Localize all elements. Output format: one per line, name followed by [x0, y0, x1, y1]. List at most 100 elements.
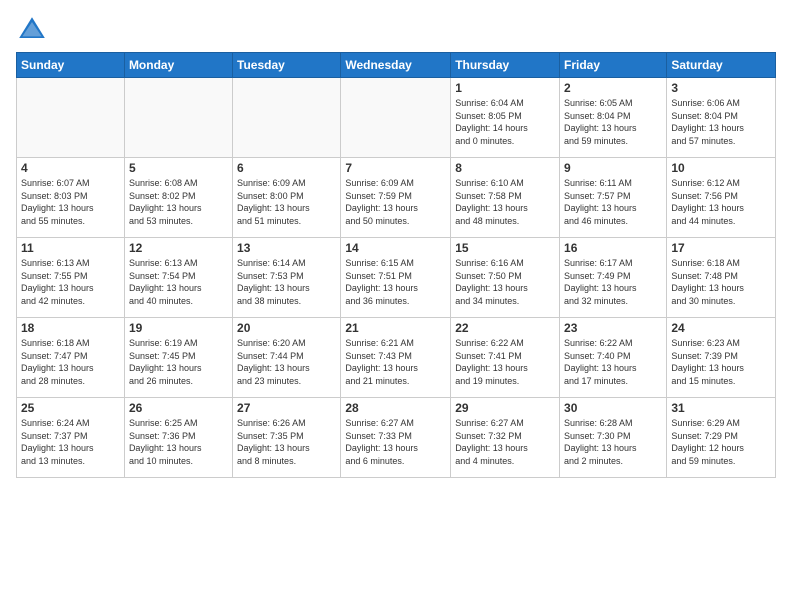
day-info: Sunrise: 6:14 AM Sunset: 7:53 PM Dayligh…	[237, 257, 336, 307]
day-number: 1	[455, 81, 555, 95]
calendar-cell: 21 Sunrise: 6:21 AM Sunset: 7:43 PM Dayli…	[341, 318, 451, 398]
calendar-header-row: SundayMondayTuesdayWednesdayThursdayFrid…	[17, 53, 776, 78]
day-info: Sunrise: 6:05 AM Sunset: 8:04 PM Dayligh…	[564, 97, 662, 147]
calendar-week-row: 25 Sunrise: 6:24 AM Sunset: 7:37 PM Dayli…	[17, 398, 776, 478]
day-number: 24	[671, 321, 771, 335]
day-number: 19	[129, 321, 228, 335]
calendar-cell: 17 Sunrise: 6:18 AM Sunset: 7:48 PM Dayli…	[667, 238, 776, 318]
day-info: Sunrise: 6:27 AM Sunset: 7:32 PM Dayligh…	[455, 417, 555, 467]
day-number: 22	[455, 321, 555, 335]
day-number: 20	[237, 321, 336, 335]
day-number: 18	[21, 321, 120, 335]
calendar-week-row: 4 Sunrise: 6:07 AM Sunset: 8:03 PM Daylig…	[17, 158, 776, 238]
calendar-cell: 10 Sunrise: 6:12 AM Sunset: 7:56 PM Dayli…	[667, 158, 776, 238]
calendar-cell: 2Sunrise: 6:05 AM Sunset: 8:04 PM Daylig…	[560, 78, 667, 158]
calendar-cell: 28 Sunrise: 6:27 AM Sunset: 7:33 PM Dayli…	[341, 398, 451, 478]
day-info: Sunrise: 6:07 AM Sunset: 8:03 PM Dayligh…	[21, 177, 120, 227]
day-info: Sunrise: 6:26 AM Sunset: 7:35 PM Dayligh…	[237, 417, 336, 467]
day-info: Sunrise: 6:15 AM Sunset: 7:51 PM Dayligh…	[345, 257, 446, 307]
day-number: 10	[671, 161, 771, 175]
calendar-cell: 19 Sunrise: 6:19 AM Sunset: 7:45 PM Dayli…	[124, 318, 232, 398]
day-info: Sunrise: 6:27 AM Sunset: 7:33 PM Dayligh…	[345, 417, 446, 467]
day-number: 8	[455, 161, 555, 175]
day-number: 30	[564, 401, 662, 415]
calendar-table: SundayMondayTuesdayWednesdayThursdayFrid…	[16, 52, 776, 478]
day-info: Sunrise: 6:21 AM Sunset: 7:43 PM Dayligh…	[345, 337, 446, 387]
calendar-cell: 3Sunrise: 6:06 AM Sunset: 8:04 PM Daylig…	[667, 78, 776, 158]
calendar-cell: 24 Sunrise: 6:23 AM Sunset: 7:39 PM Dayli…	[667, 318, 776, 398]
calendar-week-row: 18Sunrise: 6:18 AM Sunset: 7:47 PM Dayli…	[17, 318, 776, 398]
calendar-cell	[17, 78, 125, 158]
day-info: Sunrise: 6:08 AM Sunset: 8:02 PM Dayligh…	[129, 177, 228, 227]
day-number: 28	[345, 401, 446, 415]
day-info: Sunrise: 6:20 AM Sunset: 7:44 PM Dayligh…	[237, 337, 336, 387]
calendar-cell	[124, 78, 232, 158]
day-number: 3	[671, 81, 771, 95]
calendar-cell: 13Sunrise: 6:14 AM Sunset: 7:53 PM Dayli…	[233, 238, 341, 318]
day-number: 4	[21, 161, 120, 175]
day-number: 12	[129, 241, 228, 255]
day-number: 31	[671, 401, 771, 415]
column-header-saturday: Saturday	[667, 53, 776, 78]
day-info: Sunrise: 6:28 AM Sunset: 7:30 PM Dayligh…	[564, 417, 662, 467]
day-info: Sunrise: 6:17 AM Sunset: 7:49 PM Dayligh…	[564, 257, 662, 307]
calendar-cell: 20 Sunrise: 6:20 AM Sunset: 7:44 PM Dayli…	[233, 318, 341, 398]
logo-icon	[16, 14, 48, 46]
calendar-week-row: 11 Sunrise: 6:13 AM Sunset: 7:55 PM Dayli…	[17, 238, 776, 318]
day-info: Sunrise: 6:12 AM Sunset: 7:56 PM Dayligh…	[671, 177, 771, 227]
column-header-sunday: Sunday	[17, 53, 125, 78]
calendar-cell: 12 Sunrise: 6:13 AM Sunset: 7:54 PM Dayli…	[124, 238, 232, 318]
column-header-wednesday: Wednesday	[341, 53, 451, 78]
calendar-cell: 29 Sunrise: 6:27 AM Sunset: 7:32 PM Dayli…	[451, 398, 560, 478]
calendar-cell: 14 Sunrise: 6:15 AM Sunset: 7:51 PM Dayli…	[341, 238, 451, 318]
calendar-cell: 6 Sunrise: 6:09 AM Sunset: 8:00 PM Daylig…	[233, 158, 341, 238]
day-number: 26	[129, 401, 228, 415]
day-info: Sunrise: 6:13 AM Sunset: 7:55 PM Dayligh…	[21, 257, 120, 307]
day-number: 11	[21, 241, 120, 255]
day-number: 15	[455, 241, 555, 255]
day-info: Sunrise: 6:29 AM Sunset: 7:29 PM Dayligh…	[671, 417, 771, 467]
day-info: Sunrise: 6:25 AM Sunset: 7:36 PM Dayligh…	[129, 417, 228, 467]
calendar-cell: 11 Sunrise: 6:13 AM Sunset: 7:55 PM Dayli…	[17, 238, 125, 318]
calendar-cell	[233, 78, 341, 158]
calendar-cell: 18Sunrise: 6:18 AM Sunset: 7:47 PM Dayli…	[17, 318, 125, 398]
header	[16, 10, 776, 46]
calendar-cell: 25 Sunrise: 6:24 AM Sunset: 7:37 PM Dayli…	[17, 398, 125, 478]
calendar-cell: 8 Sunrise: 6:10 AM Sunset: 7:58 PM Daylig…	[451, 158, 560, 238]
day-info: Sunrise: 6:13 AM Sunset: 7:54 PM Dayligh…	[129, 257, 228, 307]
column-header-tuesday: Tuesday	[233, 53, 341, 78]
day-number: 16	[564, 241, 662, 255]
calendar-cell: 7Sunrise: 6:09 AM Sunset: 7:59 PM Daylig…	[341, 158, 451, 238]
calendar-cell: 1 Sunrise: 6:04 AM Sunset: 8:05 PM Daylig…	[451, 78, 560, 158]
day-info: Sunrise: 6:04 AM Sunset: 8:05 PM Dayligh…	[455, 97, 555, 147]
day-info: Sunrise: 6:22 AM Sunset: 7:41 PM Dayligh…	[455, 337, 555, 387]
calendar-cell: 31 Sunrise: 6:29 AM Sunset: 7:29 PM Dayli…	[667, 398, 776, 478]
page: SundayMondayTuesdayWednesdayThursdayFrid…	[0, 0, 792, 612]
calendar-cell: 4 Sunrise: 6:07 AM Sunset: 8:03 PM Daylig…	[17, 158, 125, 238]
day-number: 25	[21, 401, 120, 415]
day-info: Sunrise: 6:11 AM Sunset: 7:57 PM Dayligh…	[564, 177, 662, 227]
calendar-cell: 22 Sunrise: 6:22 AM Sunset: 7:41 PM Dayli…	[451, 318, 560, 398]
day-number: 17	[671, 241, 771, 255]
calendar-cell: 9 Sunrise: 6:11 AM Sunset: 7:57 PM Daylig…	[560, 158, 667, 238]
day-number: 21	[345, 321, 446, 335]
calendar-cell	[341, 78, 451, 158]
calendar-cell: 27Sunrise: 6:26 AM Sunset: 7:35 PM Dayli…	[233, 398, 341, 478]
day-number: 29	[455, 401, 555, 415]
column-header-thursday: Thursday	[451, 53, 560, 78]
day-number: 6	[237, 161, 336, 175]
day-info: Sunrise: 6:23 AM Sunset: 7:39 PM Dayligh…	[671, 337, 771, 387]
day-info: Sunrise: 6:09 AM Sunset: 7:59 PM Dayligh…	[345, 177, 446, 227]
day-number: 23	[564, 321, 662, 335]
day-info: Sunrise: 6:09 AM Sunset: 8:00 PM Dayligh…	[237, 177, 336, 227]
day-info: Sunrise: 6:19 AM Sunset: 7:45 PM Dayligh…	[129, 337, 228, 387]
logo	[16, 14, 52, 46]
calendar-cell: 23 Sunrise: 6:22 AM Sunset: 7:40 PM Dayli…	[560, 318, 667, 398]
day-info: Sunrise: 6:10 AM Sunset: 7:58 PM Dayligh…	[455, 177, 555, 227]
day-info: Sunrise: 6:24 AM Sunset: 7:37 PM Dayligh…	[21, 417, 120, 467]
day-info: Sunrise: 6:22 AM Sunset: 7:40 PM Dayligh…	[564, 337, 662, 387]
day-number: 9	[564, 161, 662, 175]
day-info: Sunrise: 6:18 AM Sunset: 7:48 PM Dayligh…	[671, 257, 771, 307]
day-number: 14	[345, 241, 446, 255]
column-header-monday: Monday	[124, 53, 232, 78]
